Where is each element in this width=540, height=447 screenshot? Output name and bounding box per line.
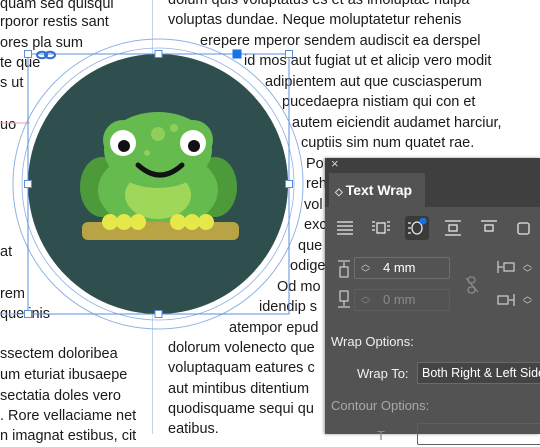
close-icon[interactable]: × [331,156,339,171]
text-line: dolorum volenecto que [168,340,315,356]
top-offset-field[interactable]: 4 mm [354,257,450,279]
wrap-to-label: Wrap To: [357,366,409,381]
panel-title: Text Wrap [345,182,413,198]
panel-title-bar[interactable]: × [325,156,540,173]
selection-handle [285,180,293,188]
right-offset-stepper[interactable]: ︿ ﹀ [523,292,532,310]
left-offset-stepper[interactable]: ︿ ﹀ [523,260,532,278]
frog-graphic-frame[interactable] [0,0,330,330]
selection-handle [24,180,32,188]
panel-tab-row: ◇ Text Wrap [325,173,540,207]
contour-type-label: T [377,428,385,443]
selection-handle [154,310,163,318]
wrap-object-shape-icon[interactable] [405,216,429,240]
wrap-bounding-box-icon[interactable] [369,216,393,240]
text-line: quodisquame sequi qu [168,401,314,417]
bottom-offset-field[interactable]: 0 mm [354,289,450,311]
contour-type-dropdown[interactable] [417,423,540,445]
tab-text-wrap[interactable]: ◇ Text Wrap [329,173,425,207]
make-all-settings-same-icon[interactable] [465,276,479,297]
link-icon [36,50,56,60]
wrap-to-dropdown[interactable]: Both Right & Left Sides [417,362,540,384]
selection-handle [154,50,163,58]
no-text-wrap-icon[interactable] [333,216,357,240]
text-line: eatibus. [168,421,219,437]
invert-checkbox-icon[interactable] [513,216,537,240]
text-line: voluptaquam eatures c [168,360,315,376]
jump-to-next-column-icon[interactable] [477,216,501,240]
left-offset-icon [497,260,515,277]
text-line: sectatia doles vero [0,388,121,404]
jump-object-icon[interactable] [441,216,465,240]
text-line: um eturiat ibusaepe [0,367,128,383]
right-offset-icon [497,293,515,310]
text-wrap-panel: × ◇ Text Wrap ︿ ﹀ 4 mm ︿ ﹀ 0 mm ︿ ﹀ ︿ ﹀ … [325,156,540,445]
selection-handle-corner [232,49,242,59]
selection-handle [24,50,32,58]
collapse-chevron-icon[interactable]: ◇ [335,187,343,198]
bottom-offset-icon [337,290,351,311]
top-offset-icon [337,260,351,281]
text-line: aut mintibus ditentium [168,381,310,397]
text-line: ssectem doloribea [0,346,118,362]
text-line: . Rore vellaciame net [0,408,137,424]
contour-options-label: Contour Options: [331,398,430,413]
text-line: n imagnat estibus, cit [0,428,137,444]
selection-handle [24,310,32,318]
wrap-options-label: Wrap Options: [331,334,414,349]
selection-handle [285,50,293,58]
